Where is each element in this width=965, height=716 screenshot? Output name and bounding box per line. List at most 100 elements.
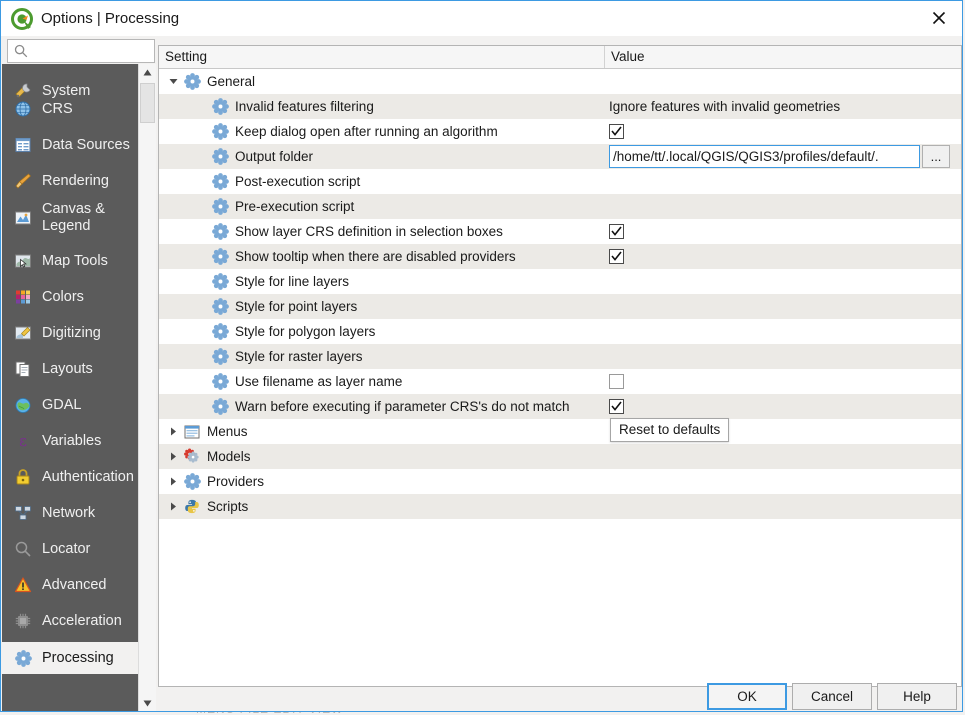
tree-row[interactable]: Style for polygon layers [159, 319, 961, 344]
output-folder-browse-button[interactable]: ... [922, 145, 950, 168]
sidebar-item-label: Network [42, 505, 95, 522]
sidebar-item-label: Processing [42, 650, 114, 667]
sidebar-item-crs[interactable]: CRS [2, 94, 138, 124]
canvas-legend-icon [8, 204, 38, 232]
tree-row[interactable]: Post-execution script [159, 169, 961, 194]
colors-icon [8, 283, 38, 311]
sidebar-item-advanced[interactable]: Advanced [2, 570, 138, 600]
scroll-up-arrow-icon[interactable] [139, 64, 156, 81]
tree-row-label: Style for polygon layers [235, 324, 375, 339]
sidebar-item-digitizing[interactable]: Digitizing [2, 318, 138, 348]
chevron-right-icon[interactable] [165, 419, 181, 444]
sidebar-item-variables[interactable]: εVariables [2, 426, 138, 456]
window-title: Options | Processing [41, 10, 179, 27]
tree-row[interactable]: Style for raster layers [159, 344, 961, 369]
processing-gear-icon [209, 144, 231, 169]
tree-row-label: Scripts [207, 499, 248, 514]
ok-button[interactable]: OK [707, 683, 787, 710]
twisty-placeholder [193, 369, 209, 394]
output-folder-editor: ... [609, 145, 961, 168]
tree-row[interactable]: Show tooltip when there are disabled pro… [159, 244, 961, 269]
checkbox-checked[interactable] [609, 124, 624, 139]
tree-row[interactable]: Show layer CRS definition in selection b… [159, 219, 961, 244]
chevron-right-icon[interactable] [165, 494, 181, 519]
gdal-globe-icon [8, 391, 38, 419]
cancel-button[interactable]: Cancel [792, 683, 872, 710]
sidebar: SystemCRSData SourcesRenderingCanvas &Le… [2, 64, 138, 712]
tree-row-value[interactable]: Ignore features with invalid geometries [609, 94, 840, 119]
chevron-right-icon[interactable] [165, 444, 181, 469]
sidebar-item-label: CRS [42, 101, 73, 118]
close-icon[interactable] [916, 1, 962, 35]
sidebar-scrollbar-thumb[interactable] [140, 83, 155, 123]
dialog-button-bar: OK Cancel Help [1, 683, 962, 712]
tree-row[interactable]: General [159, 69, 961, 94]
tree-row-label: General [207, 74, 255, 89]
sidebar-item-network[interactable]: Network [2, 498, 138, 528]
sidebar-item-processing[interactable]: Processing [2, 642, 138, 674]
search-box[interactable] [7, 39, 155, 63]
sidebar-item-gdal[interactable]: GDAL [2, 390, 138, 420]
sidebar-item-map-tools[interactable]: Map Tools [2, 246, 138, 276]
tree-row-label: Show tooltip when there are disabled pro… [235, 249, 516, 264]
tree-row[interactable]: Use filename as layer name [159, 369, 961, 394]
search-icon [14, 44, 28, 61]
checkbox-unchecked[interactable] [609, 374, 624, 389]
twisty-placeholder [193, 294, 209, 319]
sidebar-item-label: Digitizing [42, 325, 101, 342]
crs-globe-icon [8, 95, 38, 123]
search-input[interactable] [34, 42, 154, 62]
processing-gear-icon [209, 94, 231, 119]
processing-gear-icon [209, 219, 231, 244]
sidebar-item-canvas-legend[interactable]: Canvas &Legend [2, 196, 138, 240]
sidebar-item-label: Rendering [42, 173, 109, 190]
settings-tree-panel: Setting Value General Invalid features fi… [158, 45, 962, 687]
column-header-value[interactable]: Value [605, 46, 961, 68]
tree-row[interactable]: Style for line layers [159, 269, 961, 294]
sidebar-item-layouts[interactable]: Layouts [2, 354, 138, 384]
tree-row[interactable]: Output folder... [159, 144, 961, 169]
tree-row[interactable]: Providers [159, 469, 961, 494]
sidebar-item-locator[interactable]: Locator [2, 534, 138, 564]
chevron-down-icon[interactable] [165, 69, 181, 94]
tree-row-value [609, 219, 624, 244]
twisty-placeholder [193, 319, 209, 344]
help-button[interactable]: Help [877, 683, 957, 710]
sidebar-item-label: Advanced [42, 577, 107, 594]
tree-row[interactable]: Warn before executing if parameter CRS's… [159, 394, 961, 419]
twisty-placeholder [193, 119, 209, 144]
tree-row[interactable]: Menus [159, 419, 961, 444]
sidebar-item-acceleration[interactable]: Acceleration [2, 606, 138, 636]
map-tools-icon [8, 247, 38, 275]
sidebar-item-rendering[interactable]: Rendering [2, 166, 138, 196]
checkbox-checked[interactable] [609, 249, 624, 264]
chevron-right-icon[interactable] [165, 469, 181, 494]
tree-row-label: Style for line layers [235, 274, 349, 289]
tree-row-label: Show layer CRS definition in selection b… [235, 224, 503, 239]
sidebar-item-colors[interactable]: Colors [2, 282, 138, 312]
processing-gear-icon [181, 69, 203, 94]
tree-row[interactable]: Style for point layers [159, 294, 961, 319]
sidebar-scrollbar[interactable] [138, 64, 156, 712]
processing-gear-icon [209, 269, 231, 294]
checkbox-checked[interactable] [609, 224, 624, 239]
tree-row[interactable]: Scripts [159, 494, 961, 519]
tree-row[interactable]: Pre-execution script [159, 194, 961, 219]
network-icon [8, 499, 38, 527]
sidebar-item-authentication[interactable]: Authentication [2, 462, 138, 492]
checkbox-checked[interactable] [609, 399, 624, 414]
tree-row[interactable]: Models [159, 444, 961, 469]
processing-gear-icon [209, 294, 231, 319]
tree-row[interactable]: Invalid features filteringIgnore feature… [159, 94, 961, 119]
processing-gear-icon [209, 169, 231, 194]
column-header-setting[interactable]: Setting [159, 46, 605, 68]
sidebar-item-data-sources[interactable]: Data Sources [2, 130, 138, 160]
tree-row-label: Style for raster layers [235, 349, 363, 364]
processing-gear-icon [209, 369, 231, 394]
tree-row-value [609, 394, 624, 419]
reset-to-defaults-popup[interactable]: Reset to defaults [610, 418, 729, 442]
tree-row[interactable]: Keep dialog open after running an algori… [159, 119, 961, 144]
sidebar-item-label: Variables [42, 433, 101, 450]
tree-row-value [609, 244, 624, 269]
output-folder-input[interactable] [609, 145, 920, 168]
